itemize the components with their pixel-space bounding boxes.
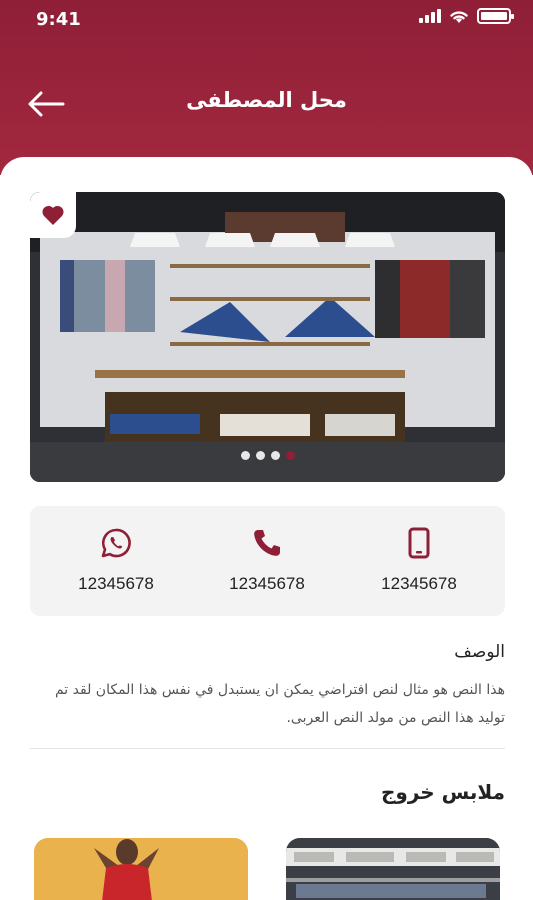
product-card[interactable] [286,838,500,900]
store-photo [30,192,505,482]
status-time: 9:41 [36,9,81,30]
page-title: محل المصطفى [186,88,347,112]
phone-number: 12345678 [229,574,305,593]
whatsapp-contact[interactable]: 12345678 [56,526,176,594]
section-title: ملابس خروج [380,780,505,804]
carousel-dot[interactable] [255,451,265,460]
status-icons [419,8,514,24]
battery-icon [477,8,514,24]
mobile-icon [408,527,430,559]
mobile-number: 12345678 [381,574,457,593]
favorite-button[interactable] [30,192,76,238]
phone-contact[interactable]: 12345678 [207,526,327,594]
description-title: الوصف [454,642,505,662]
whatsapp-icon [101,528,131,558]
signal-icon [419,9,441,23]
carousel-indicator [30,451,505,460]
divider [30,748,505,749]
product-image [34,838,248,900]
description-text: هذا النص هو مثال لنص افتراضي يمكن ان يست… [54,682,505,726]
product-image [286,838,500,900]
phone-icon [254,530,280,556]
carousel-dot[interactable] [240,451,250,460]
status-bar: 9:41 [0,0,533,40]
contact-card: 12345678 12345678 12345678 [30,506,505,616]
product-card[interactable] [34,838,248,900]
store-image-carousel[interactable] [30,192,505,482]
app-header: 9:41 محل المصطفى [0,0,533,175]
wifi-icon [450,10,468,23]
carousel-dot[interactable] [270,451,280,460]
mobile-contact[interactable]: 12345678 [359,526,479,594]
carousel-dot[interactable] [285,451,295,460]
heart-icon [42,205,64,225]
whatsapp-number: 12345678 [78,574,154,593]
